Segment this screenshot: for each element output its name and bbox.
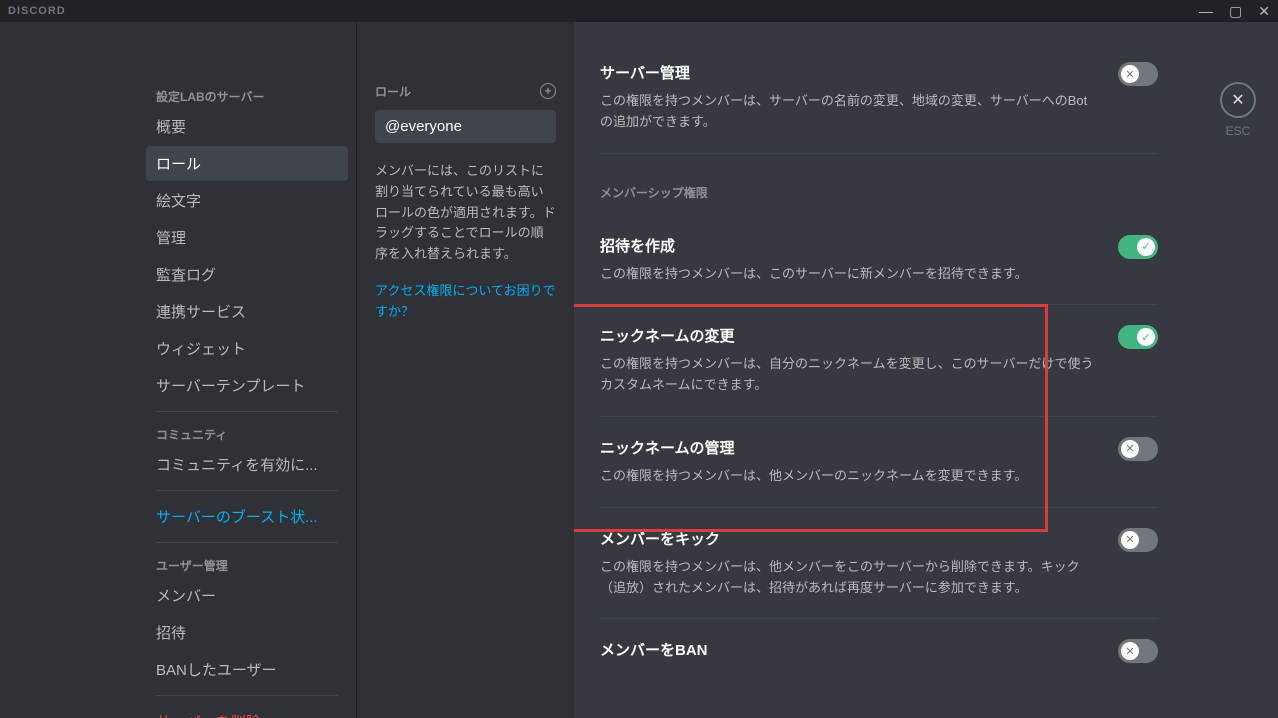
- perm-desc: この権限を持つメンバーは、このサーバーに新メンバーを招待できます。: [600, 264, 1098, 285]
- sidebar-item-invites[interactable]: 招待: [146, 615, 348, 650]
- close-settings-button[interactable]: ✕: [1220, 82, 1256, 118]
- settings-sidebar: 設定LABのサーバー 概要 ロール 絵文字 管理 監査ログ 連携サービス ウィジ…: [138, 22, 356, 718]
- check-icon: ✓: [1137, 328, 1155, 346]
- perm-text: 招待を作成 この権限を持つメンバーは、このサーバーに新メンバーを招待できます。: [600, 235, 1098, 285]
- check-icon: ✓: [1137, 238, 1155, 256]
- window-controls: — ▢ ✕: [1199, 3, 1270, 20]
- perm-text: メンバーをキック この権限を持つメンバーは、他メンバーをこのサーバーから削除でき…: [600, 528, 1098, 599]
- perm-kick-members: メンバーをキック この権限を持つメンバーは、他メンバーをこのサーバーから削除でき…: [600, 508, 1158, 620]
- perm-title: サーバー管理: [600, 62, 1098, 83]
- permissions-content: サーバー管理 この権限を持つメンバーは、サーバーの名前の変更、地域の変更、サーバ…: [574, 22, 1198, 718]
- x-icon: ✕: [1121, 531, 1139, 549]
- x-icon: ✕: [1121, 440, 1139, 458]
- close-icon: ✕: [1231, 90, 1244, 110]
- sidebar-item-members[interactable]: メンバー: [146, 578, 348, 613]
- close-window-button[interactable]: ✕: [1258, 3, 1270, 20]
- toggle-create-invite[interactable]: ✓: [1118, 235, 1158, 259]
- sidebar-section-server: 設定LABのサーバー: [146, 82, 348, 109]
- perm-ban-members: メンバーをBAN ✕: [600, 619, 1158, 688]
- perm-title: ニックネームの変更: [600, 325, 1098, 346]
- perm-title: ニックネームの管理: [600, 437, 1098, 458]
- sidebar-item-enable-community[interactable]: コミュニティを有効に...: [146, 447, 348, 482]
- perm-desc: この権限を持つメンバーは、他メンバーのニックネームを変更できます。: [600, 466, 1098, 487]
- plus-icon: +: [540, 83, 556, 99]
- left-gutter: [0, 22, 138, 718]
- role-column-description: メンバーには、このリストに割り当てられている最も高いロールの色が適用されます。ド…: [375, 161, 556, 265]
- perm-text: メンバーをBAN: [600, 639, 1098, 668]
- main-layout: 設定LABのサーバー 概要 ロール 絵文字 管理 監査ログ 連携サービス ウィジ…: [0, 22, 1278, 718]
- titlebar: DISCORD — ▢ ✕: [0, 0, 1278, 22]
- minimize-button[interactable]: —: [1199, 3, 1213, 20]
- permissions-help-link[interactable]: アクセス権限についてお困りですか？: [375, 281, 556, 323]
- toggle-manage-nickname[interactable]: ✕: [1118, 437, 1158, 461]
- perm-title: 招待を作成: [600, 235, 1098, 256]
- perm-section-membership: メンバーシップ権限: [600, 184, 1158, 201]
- sidebar-item-integrations[interactable]: 連携サービス: [146, 294, 348, 329]
- sidebar-item-audit-log[interactable]: 監査ログ: [146, 257, 348, 292]
- perm-text: ニックネームの変更 この権限を持つメンバーは、自分のニックネームを変更し、このサ…: [600, 325, 1098, 396]
- role-everyone[interactable]: @everyone: [375, 110, 556, 143]
- toggle-ban-members[interactable]: ✕: [1118, 639, 1158, 663]
- perm-title: メンバーをキック: [600, 528, 1098, 549]
- toggle-kick-members[interactable]: ✕: [1118, 528, 1158, 552]
- sidebar-separator: [156, 542, 338, 543]
- sidebar-item-overview[interactable]: 概要: [146, 109, 348, 144]
- sidebar-item-bans[interactable]: BANしたユーザー: [146, 652, 348, 687]
- perm-change-nickname: ニックネームの変更 この権限を持つメンバーは、自分のニックネームを変更し、このサ…: [600, 305, 1158, 417]
- role-column-header: ロール +: [375, 82, 556, 100]
- add-role-button[interactable]: +: [540, 82, 556, 100]
- sidebar-section-user-mgmt: ユーザー管理: [146, 551, 348, 578]
- sidebar-item-boost[interactable]: サーバーのブースト状...: [146, 499, 348, 534]
- sidebar-item-moderation[interactable]: 管理: [146, 220, 348, 255]
- toggle-server-manage[interactable]: ✕: [1118, 62, 1158, 86]
- maximize-button[interactable]: ▢: [1229, 3, 1242, 20]
- app-logo: DISCORD: [8, 5, 66, 17]
- close-label: ESC: [1226, 124, 1251, 138]
- perm-desc: この権限を持つメンバーは、他メンバーをこのサーバーから削除できます。キック（追放…: [600, 557, 1098, 599]
- role-column-title: ロール: [375, 83, 411, 100]
- sidebar-section-community: コミュニティ: [146, 420, 348, 447]
- perm-create-invite: 招待を作成 この権限を持つメンバーは、このサーバーに新メンバーを招待できます。 …: [600, 215, 1158, 306]
- role-list-column: ロール + @everyone メンバーには、このリストに割り当てられている最も…: [356, 22, 574, 718]
- toggle-change-nickname[interactable]: ✓: [1118, 325, 1158, 349]
- perm-text: サーバー管理 この権限を持つメンバーは、サーバーの名前の変更、地域の変更、サーバ…: [600, 62, 1098, 133]
- sidebar-item-template[interactable]: サーバーテンプレート: [146, 368, 348, 403]
- sidebar-separator: [156, 411, 338, 412]
- sidebar-separator: [156, 490, 338, 491]
- perm-server-manage: サーバー管理 この権限を持つメンバーは、サーバーの名前の変更、地域の変更、サーバ…: [600, 42, 1158, 154]
- perm-text: ニックネームの管理 この権限を持つメンバーは、他メンバーのニックネームを変更でき…: [600, 437, 1098, 487]
- sidebar-item-emoji[interactable]: 絵文字: [146, 183, 348, 218]
- perm-title: メンバーをBAN: [600, 639, 1098, 660]
- perm-desc: この権限を持つメンバーは、サーバーの名前の変更、地域の変更、サーバーへのBotの…: [600, 91, 1098, 133]
- x-icon: ✕: [1121, 642, 1139, 660]
- close-column: ✕ ESC: [1198, 22, 1278, 718]
- sidebar-item-delete-server[interactable]: サーバーを削除: [146, 704, 348, 718]
- sidebar-separator: [156, 695, 338, 696]
- sidebar-item-widget[interactable]: ウィジェット: [146, 331, 348, 366]
- sidebar-item-roles[interactable]: ロール: [146, 146, 348, 181]
- x-icon: ✕: [1121, 65, 1139, 83]
- perm-manage-nickname: ニックネームの管理 この権限を持つメンバーは、他メンバーのニックネームを変更でき…: [600, 417, 1158, 508]
- perm-desc: この権限を持つメンバーは、自分のニックネームを変更し、このサーバーだけで使うカス…: [600, 354, 1098, 396]
